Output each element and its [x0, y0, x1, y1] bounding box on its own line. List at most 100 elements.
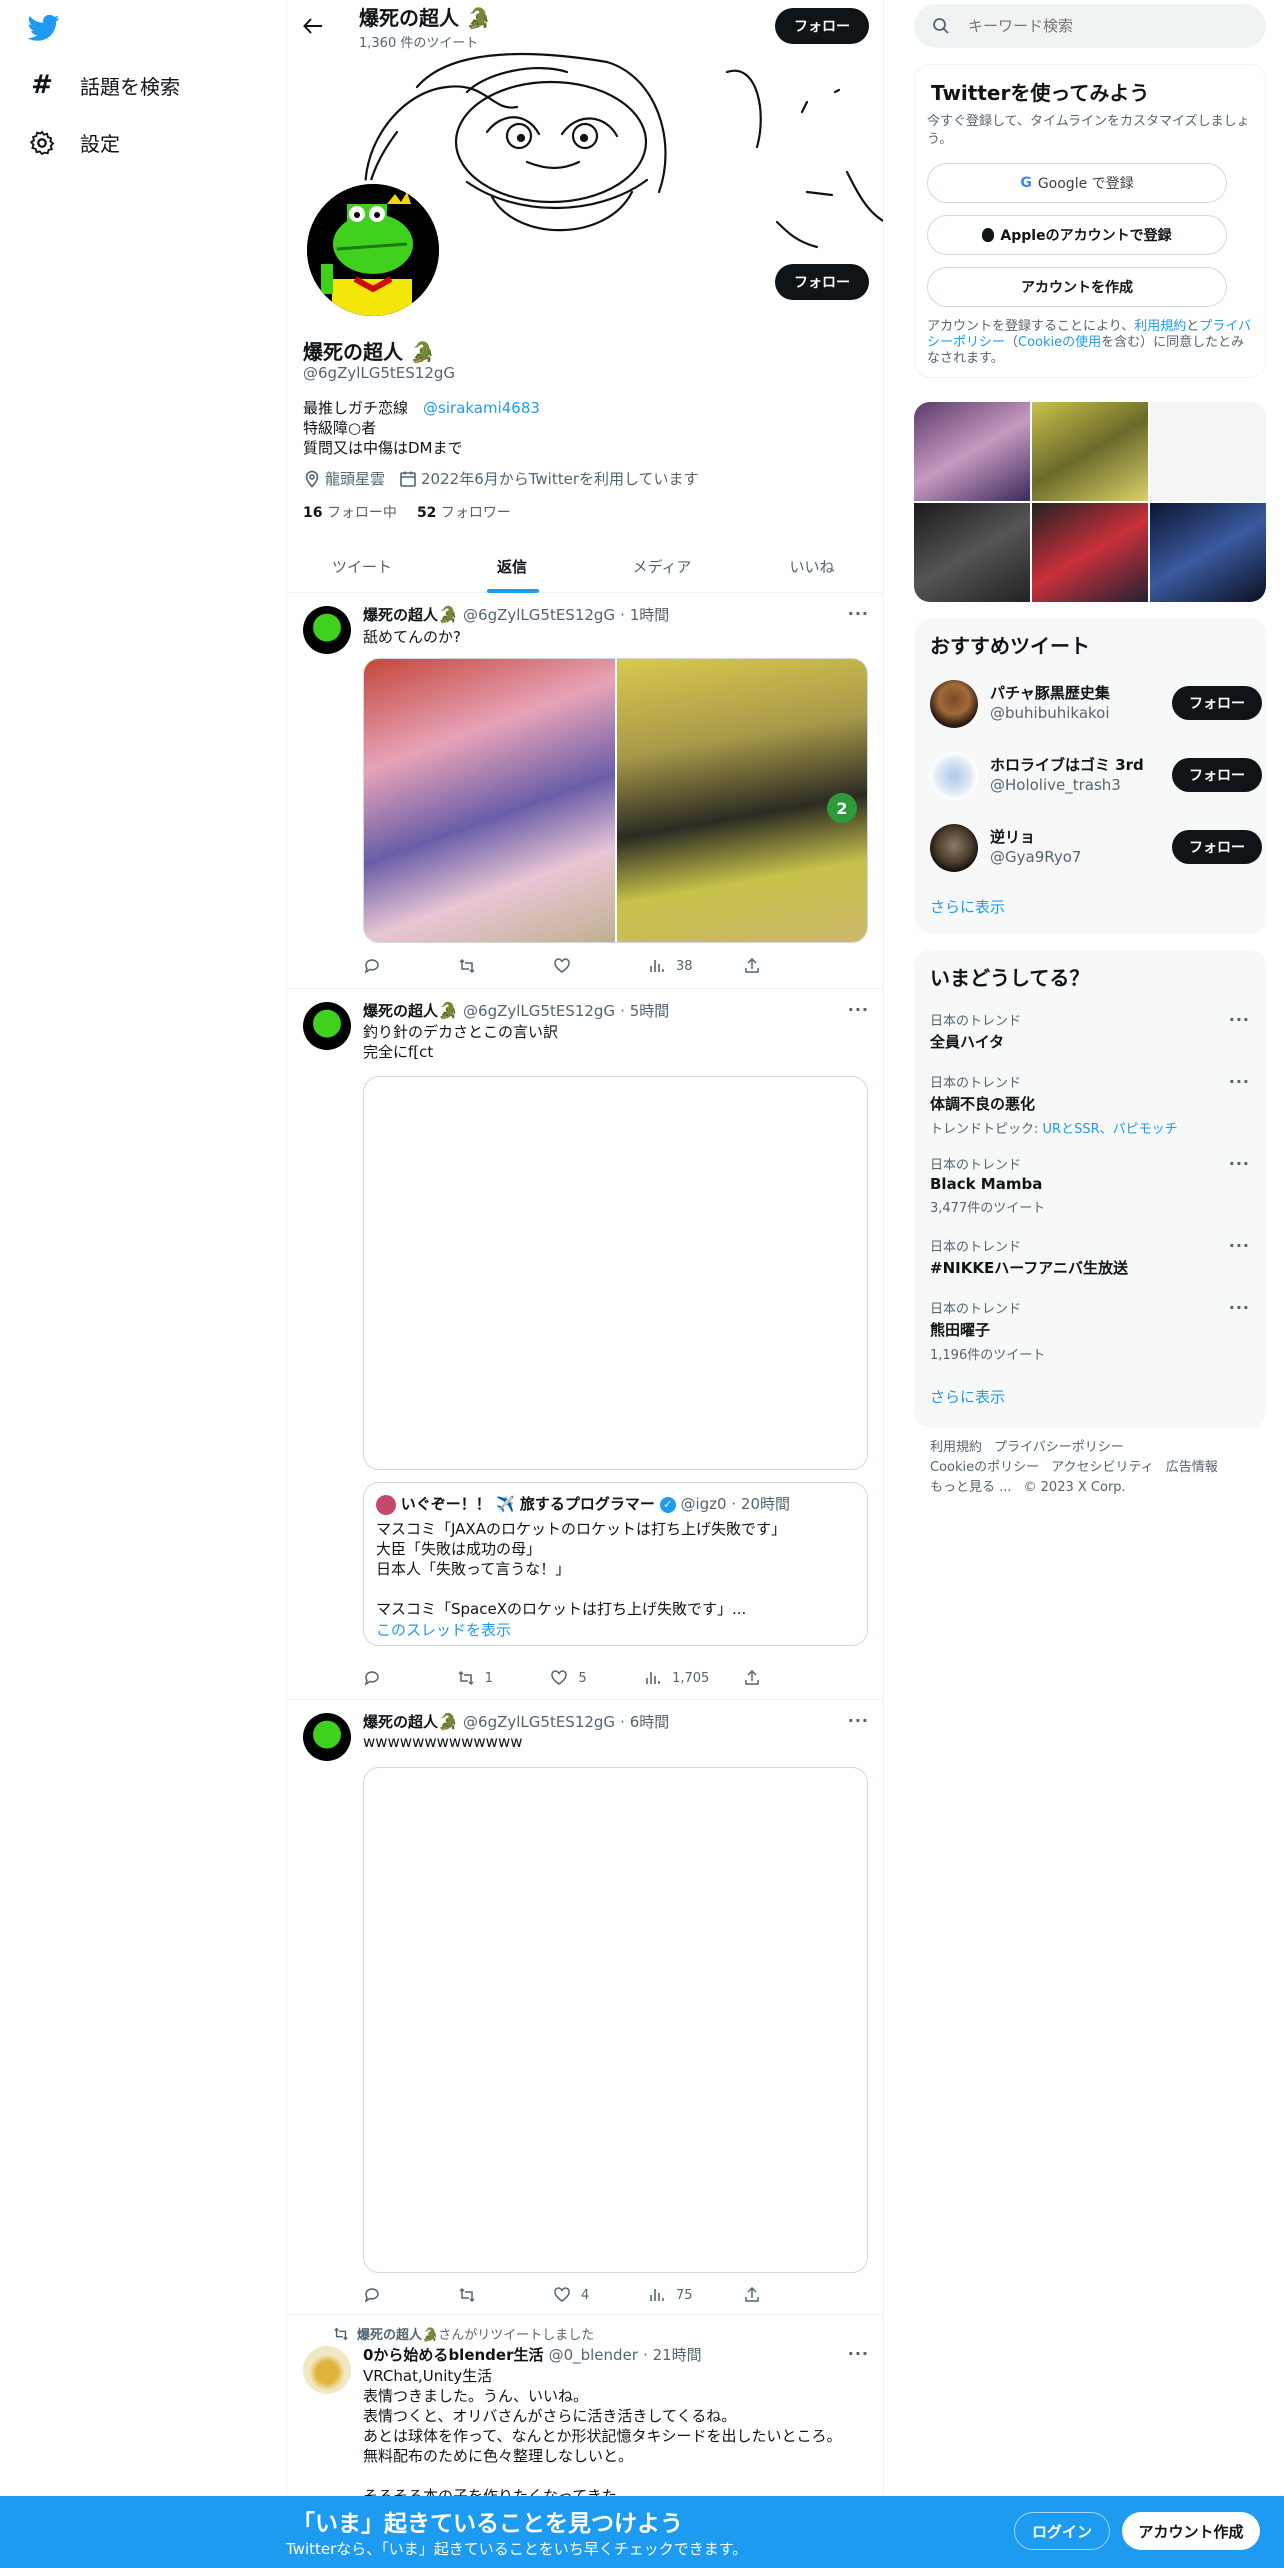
- tweet-media-placeholder[interactable]: [363, 1076, 868, 1470]
- tweet-item[interactable]: 爆死の超人🐊 @6gZylLG5tES12gG · 5時間 ··· 釣り針のデカ…: [287, 990, 883, 1700]
- header-follow-button[interactable]: フォロー: [775, 8, 869, 44]
- back-arrow-icon[interactable]: [303, 16, 323, 36]
- views-button[interactable]: 38: [648, 956, 708, 976]
- bio-mention-link[interactable]: @sirakami4683: [423, 399, 540, 417]
- views-button[interactable]: 1,705: [644, 1668, 709, 1688]
- tweet-time[interactable]: · 5時間: [620, 1002, 669, 1020]
- card-image-2[interactable]: 2: [616, 659, 867, 942]
- login-button[interactable]: ログイン: [1014, 2512, 1110, 2550]
- create-account-button[interactable]: アカウントを作成: [927, 267, 1227, 307]
- nav-explore[interactable]: # 話題を検索: [28, 70, 180, 100]
- recommend-follow-button[interactable]: フォロー: [1172, 830, 1262, 864]
- tweet-media[interactable]: 2: [363, 658, 868, 943]
- twitter-logo-icon[interactable]: [28, 14, 60, 42]
- tab-likes[interactable]: いいね: [737, 540, 883, 592]
- reply-button[interactable]: [363, 1668, 423, 1688]
- more-options-icon[interactable]: ···: [848, 1711, 869, 1730]
- trend-more-icon[interactable]: ···: [1229, 1236, 1250, 1255]
- footer-more-link[interactable]: もっと見る ...: [930, 1480, 1012, 1495]
- media-thumb[interactable]: [1032, 503, 1148, 602]
- retweet-button[interactable]: 1: [457, 1668, 517, 1688]
- reply-button[interactable]: [363, 2285, 423, 2305]
- more-options-icon[interactable]: ···: [848, 604, 869, 623]
- card-image-1[interactable]: [364, 659, 615, 942]
- tweet-time[interactable]: · 1時間: [620, 606, 669, 624]
- avatar[interactable]: [930, 824, 978, 872]
- tweet-time[interactable]: · 6時間: [620, 1713, 669, 1731]
- tweet-avatar[interactable]: [303, 2346, 351, 2394]
- tweet-author-name[interactable]: 爆死の超人: [363, 1002, 438, 1020]
- tweet-avatar[interactable]: [303, 606, 351, 654]
- tab-media[interactable]: メディア: [587, 540, 737, 592]
- recommend-user[interactable]: ホロライブはゴミ 3rd @Hololive_trash3 フォロー: [930, 748, 1262, 804]
- retweeter-name[interactable]: 爆死の超人: [357, 2328, 422, 2343]
- media-thumb[interactable]: [1032, 402, 1148, 501]
- media-thumb[interactable]: [1150, 402, 1266, 501]
- tweet-avatar[interactable]: [303, 1713, 351, 1761]
- trends-show-more[interactable]: さらに表示: [930, 1386, 1005, 1407]
- nav-settings[interactable]: 設定: [28, 128, 120, 157]
- retweet-button[interactable]: [458, 956, 518, 976]
- trend-more-icon[interactable]: ···: [1229, 1072, 1250, 1091]
- footer-cookie-link[interactable]: Cookieのポリシー: [930, 1460, 1039, 1475]
- tab-replies[interactable]: 返信: [437, 540, 587, 592]
- views-button[interactable]: 75: [648, 2285, 708, 2305]
- retweet-button[interactable]: [458, 2285, 518, 2305]
- tweet-media-placeholder[interactable]: [363, 1767, 868, 2273]
- trend-item[interactable]: 日本のトレンド Black Mamba 3,477件のツイート ···: [930, 1154, 1250, 1216]
- media-thumb[interactable]: [1150, 503, 1266, 602]
- trend-item[interactable]: 日本のトレンド 体調不良の悪化 トレンドトピック: URとSSR、パピモッチ ·…: [930, 1072, 1250, 1137]
- media-thumb[interactable]: [914, 402, 1030, 501]
- footer-accessibility-link[interactable]: アクセシビリティ: [1051, 1460, 1154, 1475]
- footer-privacy-link[interactable]: プライバシーポリシー: [994, 1440, 1124, 1455]
- search-box[interactable]: [914, 4, 1266, 48]
- tab-tweets[interactable]: ツイート: [287, 540, 437, 592]
- tweet-item[interactable]: 爆死の超人🐊 @6gZylLG5tES12gG · 1時間 ··· 舐めてんのか…: [287, 594, 883, 989]
- share-button[interactable]: [743, 2285, 803, 2305]
- footer-terms-link[interactable]: 利用規約: [930, 1440, 982, 1455]
- terms-link[interactable]: 利用規約: [1134, 319, 1186, 334]
- share-button[interactable]: [743, 1668, 803, 1688]
- cookie-link[interactable]: Cookieの使用: [1018, 335, 1101, 350]
- tweet-author-name[interactable]: 0から始めるblender生活: [363, 2346, 543, 2364]
- avatar[interactable]: [930, 752, 978, 800]
- recommend-user[interactable]: 逆リョ @Gya9Ryo7 フォロー: [930, 820, 1262, 876]
- retweet-icon: [458, 1670, 474, 1686]
- tweet-item[interactable]: 爆死の超人🐊 @6gZylLG5tES12gG · 6時間 ··· wwwwww…: [287, 1701, 883, 2315]
- share-button[interactable]: [743, 956, 803, 976]
- like-button[interactable]: 4: [553, 2285, 613, 2305]
- like-button[interactable]: [553, 956, 613, 976]
- tweet-avatar[interactable]: [303, 1002, 351, 1050]
- apple-signup-button[interactable]: Appleのアカウントで登録: [927, 215, 1227, 255]
- following-link[interactable]: 16 フォロー中: [303, 502, 397, 522]
- reply-button[interactable]: [363, 956, 423, 976]
- recommend-follow-button[interactable]: フォロー: [1172, 758, 1262, 792]
- profile-follow-button[interactable]: フォロー: [775, 264, 869, 300]
- trend-item[interactable]: 日本のトレンド #NIKKEハーフアニバ生放送 ···: [930, 1236, 1250, 1278]
- recommend-user[interactable]: パチャ豚黒歴史集 @buhibuhikakoi フォロー: [930, 676, 1262, 732]
- trend-item[interactable]: 日本のトレンド 熊田曜子 1,196件のツイート ···: [930, 1298, 1250, 1363]
- media-thumb[interactable]: [914, 503, 1030, 602]
- tweet-author-name[interactable]: 爆死の超人: [363, 1713, 438, 1731]
- more-options-icon[interactable]: ···: [848, 2344, 869, 2363]
- recommend-show-more[interactable]: さらに表示: [930, 896, 1005, 917]
- signup-button[interactable]: アカウント作成: [1122, 2512, 1260, 2550]
- search-input[interactable]: [968, 17, 1228, 35]
- tweet-author-name[interactable]: 爆死の超人: [363, 606, 438, 624]
- avatar[interactable]: [930, 680, 978, 728]
- more-options-icon[interactable]: ···: [848, 1000, 869, 1019]
- trend-topic-links[interactable]: URとSSR、パピモッチ: [1043, 1122, 1178, 1137]
- followers-link[interactable]: 52 フォロワー: [417, 502, 511, 522]
- trend-more-icon[interactable]: ···: [1229, 1010, 1250, 1029]
- show-thread-link[interactable]: このスレッドを表示: [376, 1619, 511, 1640]
- recommend-follow-button[interactable]: フォロー: [1172, 686, 1262, 720]
- quote-tweet[interactable]: いぐぞー！！ ✈️ 旅するプログラマー ✓ @igz0 · 20時間 マスコミ「…: [363, 1482, 868, 1646]
- tweet-time[interactable]: · 21時間: [643, 2346, 702, 2364]
- like-button[interactable]: 5: [550, 1668, 610, 1688]
- trend-more-icon[interactable]: ···: [1229, 1154, 1250, 1173]
- footer-ads-link[interactable]: 広告情報: [1166, 1460, 1218, 1475]
- trend-more-icon[interactable]: ···: [1229, 1298, 1250, 1317]
- trend-item[interactable]: 日本のトレンド 全員ハイタ ···: [930, 1010, 1250, 1052]
- profile-avatar[interactable]: [303, 180, 443, 320]
- google-signup-button[interactable]: G Google で登録: [927, 163, 1227, 203]
